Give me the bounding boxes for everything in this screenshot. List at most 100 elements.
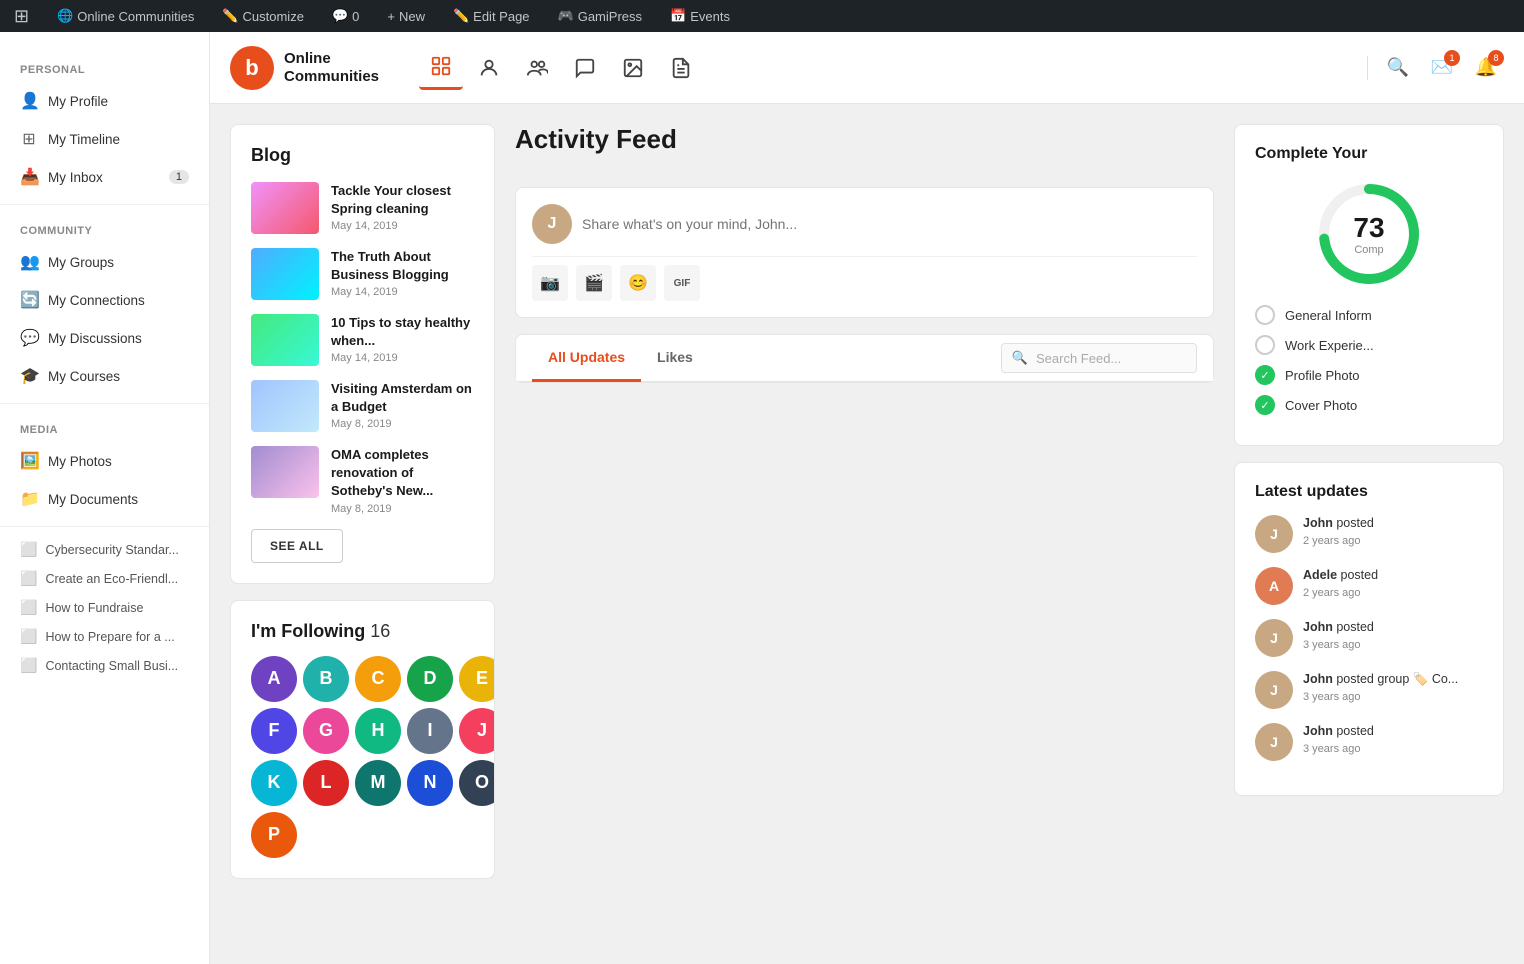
check-circle-cover-photo: ✓ xyxy=(1255,395,1275,415)
sidebar-doc-fundraise[interactable]: ⬜ How to Fundraise xyxy=(0,593,209,622)
update-avatar-4[interactable]: J xyxy=(1255,671,1293,709)
blog-item-title-5: OMA completes renovation of Sotheby's Ne… xyxy=(331,446,474,501)
checklist-work-exp[interactable]: Work Experie... xyxy=(1255,335,1483,355)
following-avatar-14[interactable]: N xyxy=(407,760,453,806)
tab-all-updates[interactable]: All Updates xyxy=(532,335,641,382)
following-avatar-15[interactable]: O xyxy=(459,760,495,806)
admin-new[interactable]: + New xyxy=(381,0,431,32)
admin-comments[interactable]: 💬 0 xyxy=(326,0,365,32)
admin-site-name[interactable]: 🌐 Online Communities xyxy=(51,0,200,32)
nav-home-btn[interactable] xyxy=(419,46,463,90)
following-title: I'm Following 16 xyxy=(251,621,474,642)
site-logo[interactable]: b Online Communities xyxy=(230,46,379,90)
video-upload-btn[interactable]: 🎬 xyxy=(576,265,612,301)
blog-item-title-4: Visiting Amsterdam on a Budget xyxy=(331,380,474,416)
following-avatar-12[interactable]: L xyxy=(303,760,349,806)
update-text-5: John posted 3 years ago xyxy=(1303,723,1374,755)
tab-likes[interactable]: Likes xyxy=(641,335,709,382)
following-avatar-8[interactable]: H xyxy=(355,708,401,754)
latest-updates-title: Latest updates xyxy=(1255,483,1483,501)
inbox-icon: 📥 xyxy=(20,167,38,187)
sidebar-item-my-courses[interactable]: 🎓 My Courses xyxy=(0,357,209,395)
following-avatar-5[interactable]: E xyxy=(459,656,495,702)
following-avatar-11[interactable]: K xyxy=(251,760,297,806)
following-avatar-6[interactable]: F xyxy=(251,708,297,754)
admin-wp-logo[interactable]: ⊞ xyxy=(8,0,35,32)
progress-circle: 73 Comp xyxy=(1314,179,1424,289)
emoji-btn[interactable]: 😊 xyxy=(620,265,656,301)
following-avatar-1[interactable]: A xyxy=(251,656,297,702)
following-avatar-2[interactable]: B xyxy=(303,656,349,702)
doc-icon-2: ⬜ xyxy=(20,570,37,587)
doc-icon-4: ⬜ xyxy=(20,628,37,645)
sidebar-doc-prepare[interactable]: ⬜ How to Prepare for a ... xyxy=(0,622,209,651)
search-icon-btn[interactable]: 🔍 xyxy=(1380,50,1416,86)
nav-profile-btn[interactable] xyxy=(467,46,511,90)
connections-icon: 🔄 xyxy=(20,290,38,310)
update-avatar-5[interactable]: J xyxy=(1255,723,1293,761)
feed-search-icon: 🔍 xyxy=(1012,350,1028,366)
logo-text: Online Communities xyxy=(284,50,379,86)
sidebar-item-my-profile[interactable]: 👤 My Profile xyxy=(0,82,209,120)
check-circle-profile-photo: ✓ xyxy=(1255,365,1275,385)
checklist-general-info[interactable]: General Inform xyxy=(1255,305,1483,325)
sidebar-item-my-photos[interactable]: 🖼️ My Photos xyxy=(0,442,209,480)
nav-media-btn[interactable] xyxy=(611,46,655,90)
media-section-label: MEDIA xyxy=(0,412,209,442)
following-avatar-7[interactable]: G xyxy=(303,708,349,754)
following-avatar-4[interactable]: D xyxy=(407,656,453,702)
following-avatar-3[interactable]: C xyxy=(355,656,401,702)
update-item-3: J John posted 3 years ago xyxy=(1255,619,1483,657)
blog-thumb-5 xyxy=(251,446,319,498)
progress-number: 73 xyxy=(1353,212,1384,244)
admin-gamipress[interactable]: 🎮 GamiPress xyxy=(552,0,648,32)
following-avatar-10[interactable]: J xyxy=(459,708,495,754)
following-avatar-16[interactable]: P xyxy=(251,812,297,858)
left-column: Blog Tackle Your closest Spring cleaning… xyxy=(230,124,495,944)
gif-btn[interactable]: GIF xyxy=(664,265,700,301)
blog-item-3[interactable]: 10 Tips to stay healthy when... May 14, … xyxy=(251,314,474,366)
email-notification-btn[interactable]: ✉️ 1 xyxy=(1424,50,1460,86)
blog-item-title-1: Tackle Your closest Spring cleaning xyxy=(331,182,474,218)
photo-upload-btn[interactable]: 📷 xyxy=(532,265,568,301)
following-avatar-13[interactable]: M xyxy=(355,760,401,806)
nav-messages-btn[interactable] xyxy=(563,46,607,90)
update-avatar-2[interactable]: A xyxy=(1255,567,1293,605)
bell-notification-btn[interactable]: 🔔 8 xyxy=(1468,50,1504,86)
update-avatar-1[interactable]: J xyxy=(1255,515,1293,553)
following-avatar-9[interactable]: I xyxy=(407,708,453,754)
blog-item-4[interactable]: Visiting Amsterdam on a Budget May 8, 20… xyxy=(251,380,474,432)
update-avatar-3[interactable]: J xyxy=(1255,619,1293,657)
post-input-field[interactable] xyxy=(582,216,1197,232)
sidebar-doc-cybersecurity[interactable]: ⬜ Cybersecurity Standar... xyxy=(0,535,209,564)
checklist-profile-photo[interactable]: ✓ Profile Photo xyxy=(1255,365,1483,385)
blog-item-1[interactable]: Tackle Your closest Spring cleaning May … xyxy=(251,182,474,234)
post-user-avatar: J xyxy=(532,204,572,244)
blog-item-5[interactable]: OMA completes renovation of Sotheby's Ne… xyxy=(251,446,474,515)
sidebar-doc-contacting[interactable]: ⬜ Contacting Small Busi... xyxy=(0,651,209,680)
sidebar-item-my-timeline[interactable]: ⊞ My Timeline xyxy=(0,120,209,158)
blog-item-date-1: May 14, 2019 xyxy=(331,220,474,232)
post-toolbar: 📷 🎬 😊 GIF xyxy=(532,256,1197,301)
sidebar-item-my-connections[interactable]: 🔄 My Connections xyxy=(0,281,209,319)
main-content: b Online Communities xyxy=(210,32,1524,964)
following-card: I'm Following 16 A B C D E F G H xyxy=(230,600,495,879)
checklist-cover-photo[interactable]: ✓ Cover Photo xyxy=(1255,395,1483,415)
admin-events[interactable]: 📅 Events xyxy=(664,0,736,32)
sidebar-doc-eco[interactable]: ⬜ Create an Eco-Friendl... xyxy=(0,564,209,593)
sidebar-item-my-inbox[interactable]: 📥 My Inbox 1 xyxy=(0,158,209,196)
admin-edit-page[interactable]: ✏️ Edit Page xyxy=(447,0,536,32)
blog-item-date-3: May 14, 2019 xyxy=(331,352,474,364)
feed-search-input[interactable] xyxy=(1036,351,1186,366)
blog-item-date-5: May 8, 2019 xyxy=(331,503,474,515)
doc-icon-1: ⬜ xyxy=(20,541,37,558)
nav-groups-btn[interactable] xyxy=(515,46,559,90)
sidebar-item-my-discussions[interactable]: 💬 My Discussions xyxy=(0,319,209,357)
post-input-row: J xyxy=(532,204,1197,244)
admin-customize[interactable]: ✏️ Customize xyxy=(216,0,310,32)
sidebar-item-my-groups[interactable]: 👥 My Groups xyxy=(0,243,209,281)
see-all-button[interactable]: SEE ALL xyxy=(251,529,343,563)
sidebar-item-my-documents[interactable]: 📁 My Documents xyxy=(0,480,209,518)
nav-docs-btn[interactable] xyxy=(659,46,703,90)
blog-item-2[interactable]: The Truth About Business Blogging May 14… xyxy=(251,248,474,300)
